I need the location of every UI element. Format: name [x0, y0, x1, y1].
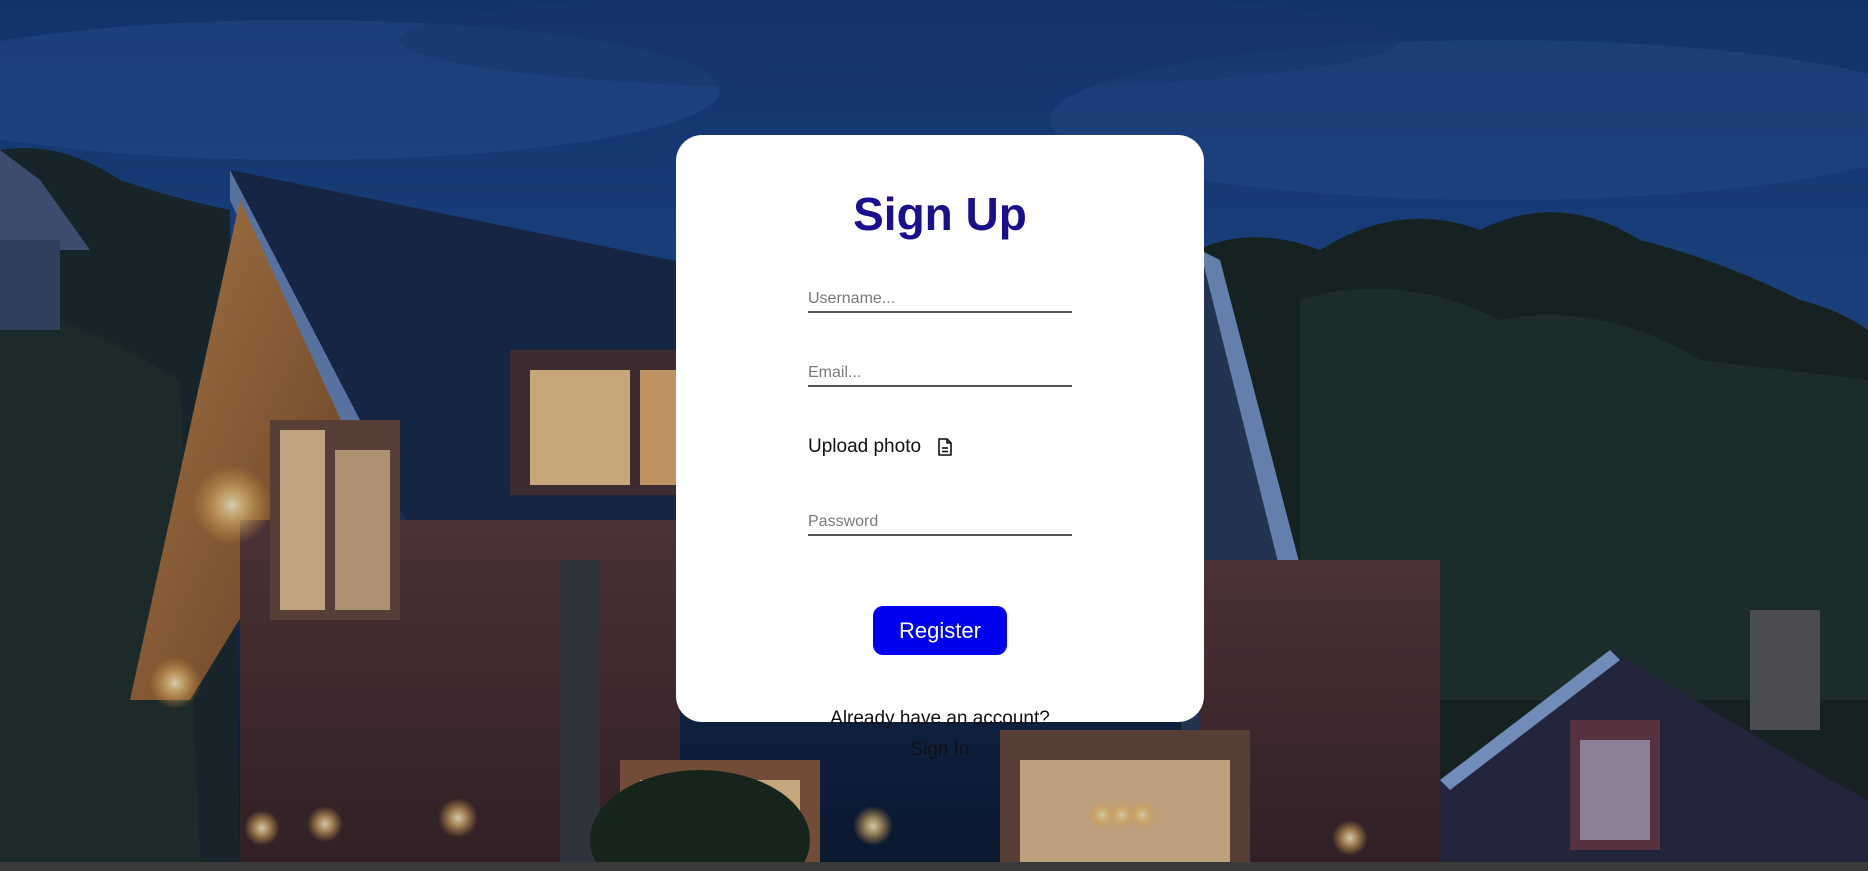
- page-title: Sign Up: [853, 188, 1027, 240]
- upload-photo-label: Upload photo: [808, 436, 922, 457]
- upload-photo-button[interactable]: Upload photo: [808, 436, 953, 458]
- signup-card: Sign Up Upload photo Register: [676, 135, 1204, 722]
- file-icon: [937, 438, 953, 456]
- bottom-bar: [0, 862, 1868, 871]
- sign-in-link[interactable]: Sign In: [676, 739, 1204, 761]
- register-button[interactable]: Register: [873, 606, 1007, 655]
- signup-page: Sign Up Upload photo Register Already ha…: [0, 0, 1868, 871]
- email-input[interactable]: [808, 362, 1072, 387]
- username-input[interactable]: [808, 288, 1072, 313]
- password-input[interactable]: [808, 511, 1072, 536]
- already-have-account-text: Already have an account?: [830, 708, 1050, 729]
